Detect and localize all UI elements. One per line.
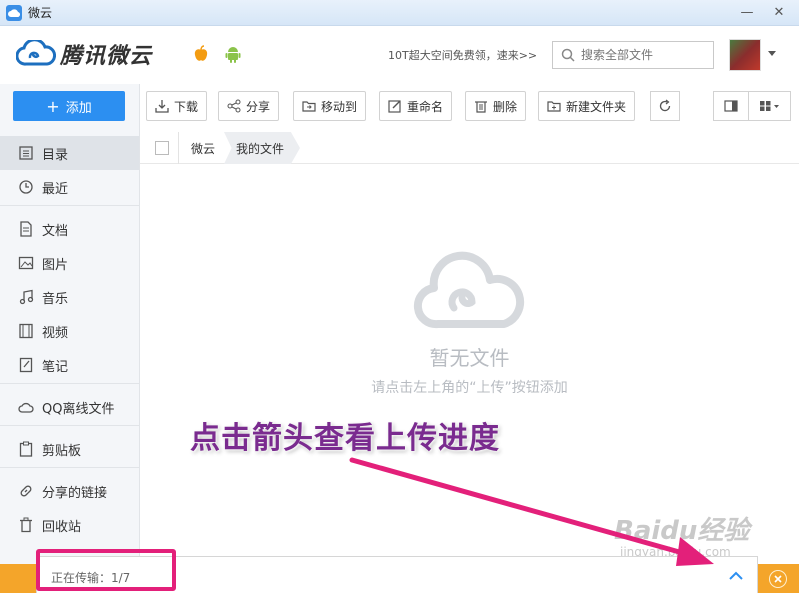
android-icon[interactable] (225, 45, 241, 63)
share-button[interactable]: 分享 (218, 91, 280, 121)
sidebar-item-documents[interactable]: 文档 (0, 212, 139, 246)
new-folder-button[interactable]: 新建文件夹 (538, 91, 636, 121)
sidebar-item-label: 音乐 (42, 291, 69, 307)
link-icon (20, 485, 32, 497)
apple-icon[interactable] (193, 45, 209, 63)
close-icon (770, 571, 786, 587)
window-title: 微云 (28, 6, 53, 20)
sidebar-item-images[interactable]: 图片 (0, 246, 139, 280)
download-icon (155, 100, 169, 113)
app-icon (6, 4, 22, 21)
sidebar-item-label: 图片 (42, 257, 69, 273)
empty-subtitle: 请点击左上角的“上传”按钮添加 (371, 380, 568, 396)
close-window-button[interactable]: ✕ (766, 2, 792, 22)
list-view-button[interactable] (713, 91, 749, 121)
refresh-button[interactable] (650, 91, 680, 121)
brand-name: 腾讯微云 (60, 44, 153, 69)
sidebar-item-label: 目录 (42, 147, 69, 163)
sidebar-item-music[interactable]: 音乐 (0, 280, 139, 314)
app-header: 腾讯微云 10T超大空间免费领，速来>> (0, 26, 799, 84)
close-transfer-button[interactable] (769, 570, 787, 588)
select-all-checkbox[interactable] (155, 141, 169, 155)
music-icon (19, 289, 34, 305)
sidebar-item-label: 视频 (42, 325, 69, 341)
sidebar-item-label: 分享的链接 (42, 485, 108, 501)
move-folder-icon (302, 101, 316, 112)
breadcrumb-root[interactable]: 微云 (178, 132, 229, 164)
new-folder-label: 新建文件夹 (566, 99, 627, 114)
logo: 腾讯微云 (16, 38, 152, 70)
search-box[interactable] (552, 41, 714, 69)
divider (0, 205, 139, 206)
sidebar-item-label: 最近 (42, 181, 69, 197)
list-icon (19, 146, 33, 160)
weiyun-logo-icon (16, 40, 56, 66)
add-button[interactable]: + 添加 (13, 91, 125, 121)
panel-icon (724, 100, 738, 112)
search-input[interactable] (581, 48, 711, 62)
divider (0, 467, 139, 468)
plus-icon: + (46, 96, 60, 116)
share-label: 分享 (246, 99, 271, 114)
move-to-button[interactable]: 移动到 (293, 91, 367, 121)
sidebar-item-label: 笔记 (42, 359, 69, 375)
breadcrumb-current[interactable]: 我的文件 (224, 132, 300, 164)
trash-icon (475, 101, 487, 113)
grid-view-button[interactable] (748, 91, 791, 121)
sidebar-item-label: 剪贴板 (42, 443, 82, 459)
download-label: 下载 (174, 99, 199, 114)
sidebar-item-notes[interactable]: 笔记 (0, 348, 139, 382)
clipboard-icon (19, 441, 33, 457)
grid-icon (759, 101, 779, 111)
sidebar-item-shared-links[interactable]: 分享的链接 (0, 474, 139, 508)
rename-button[interactable]: 重命名 (379, 91, 453, 121)
delete-label: 删除 (493, 99, 518, 114)
delete-button[interactable]: 删除 (465, 91, 527, 121)
cloud-icon (18, 402, 34, 413)
chevron-down-icon[interactable] (768, 51, 776, 56)
chevron-up-icon (729, 571, 743, 580)
trash-icon (20, 517, 32, 533)
sidebar-item-directory[interactable]: 目录 (0, 136, 139, 170)
sidebar-item-recycle-bin[interactable]: 回收站 (0, 508, 139, 542)
watermark-main: Baidu经验 (614, 516, 750, 546)
sidebar-item-label: QQ离线文件 (42, 401, 115, 417)
watermark: Baidu经验 jingyan.baidu.com (614, 510, 749, 559)
minimize-button[interactable]: — (734, 2, 760, 22)
share-icon (227, 99, 241, 113)
sidebar-item-label: 文档 (42, 223, 69, 239)
add-button-label: 添加 (65, 100, 92, 116)
empty-cloud-icon (413, 251, 524, 329)
promo-link[interactable]: 10T超大空间免费领，速来>> (388, 47, 537, 63)
annotation-text: 点击箭头查看上传进度 (190, 421, 500, 456)
image-icon (18, 256, 34, 270)
refresh-icon (659, 99, 671, 112)
window-titlebar: 微云 — ✕ (0, 0, 799, 26)
sidebar: + 添加 目录 最近 文档 图片 音乐 视频 笔记 QQ离线文件 剪贴板 分享的… (0, 84, 140, 564)
sidebar-item-recent[interactable]: 最近 (0, 170, 139, 204)
sidebar-item-clipboard[interactable]: 剪贴板 (0, 432, 139, 466)
download-button[interactable]: 下载 (146, 91, 208, 121)
sidebar-item-qq-offline-files[interactable]: QQ离线文件 (0, 390, 139, 424)
divider (0, 383, 139, 384)
highlight-box (36, 549, 176, 591)
search-icon (561, 48, 575, 62)
clock-icon (19, 180, 33, 194)
empty-title: 暂无文件 (429, 346, 510, 370)
rename-icon (388, 100, 401, 113)
sidebar-item-label: 回收站 (42, 519, 82, 535)
sidebar-item-videos[interactable]: 视频 (0, 314, 139, 348)
breadcrumb: 微云 我的文件 (140, 132, 799, 164)
note-icon (19, 357, 33, 373)
new-folder-icon (547, 101, 561, 112)
video-icon (19, 323, 33, 339)
document-icon (20, 221, 32, 237)
move-to-label: 移动到 (321, 99, 358, 114)
toolbar: 下载 分享 移动到 重命名 删除 新建文件夹 (140, 84, 799, 132)
expand-transfer-button[interactable] (716, 562, 756, 590)
empty-state: 暂无文件 请点击左上角的“上传”按钮添加 (140, 250, 799, 397)
avatar[interactable] (729, 39, 761, 71)
rename-label: 重命名 (407, 99, 444, 114)
divider (0, 425, 139, 426)
